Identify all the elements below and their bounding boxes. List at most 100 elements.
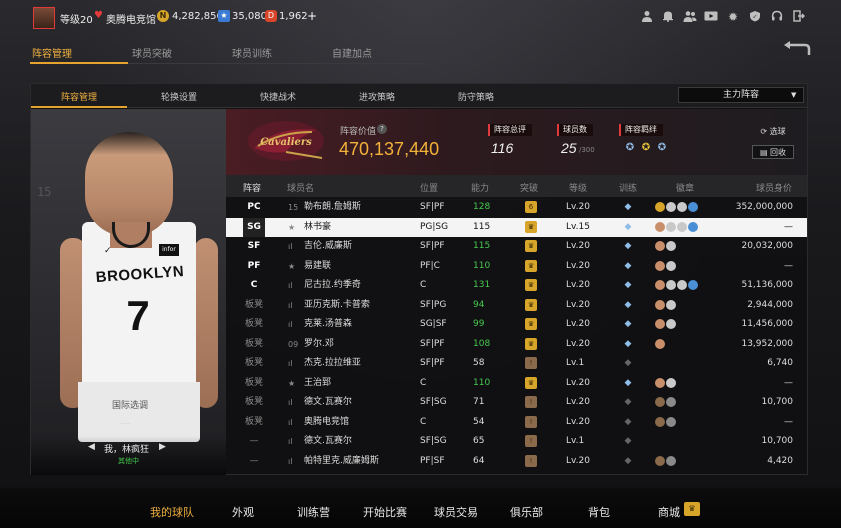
tab-active-indicator — [30, 62, 128, 64]
shop-badge-icon: ♛ — [684, 502, 700, 516]
table-row[interactable]: SG ★ 林书豪 PG|SG 115 ♛ Lv.15 ◆ — — [226, 218, 807, 237]
subtab-defense[interactable]: 防守策略 — [428, 90, 524, 103]
gem-balance: 35,080 — [232, 11, 267, 22]
player-value-cell: 4,420 — [767, 456, 793, 466]
subtab-lineup[interactable]: 阵容管理 — [31, 90, 127, 103]
bond-icon[interactable]: ✪ — [640, 142, 652, 154]
video-icon[interactable] — [704, 10, 718, 24]
back-arrow-icon[interactable] — [783, 40, 811, 64]
column-ability: 能力 — [471, 184, 490, 194]
nav-player-trade[interactable]: 球员交易 — [434, 504, 478, 520]
jersey-number: 7 — [126, 292, 150, 339]
bond-icon[interactable]: ✪ — [656, 142, 668, 154]
table-row[interactable]: 板凳 09 罗尔.邓 SF|PF 108 ♛ Lv.20 ◆ 13,952,000 — [226, 335, 807, 354]
chevron-down-icon[interactable]: ▼ — [791, 91, 796, 99]
add-currency-button[interactable]: + — [307, 9, 317, 23]
player-value-cell: 10,700 — [761, 436, 794, 446]
lineup-rating: 116 — [491, 140, 514, 156]
table-row[interactable]: SF ıl 吉伦.威廉斯 SF|PF 115 ♛ Lv.20 ◆ 20,032,000 — [226, 237, 807, 256]
headset-icon[interactable] — [770, 10, 784, 24]
gear-icon[interactable]: ✹ — [726, 10, 740, 24]
column-breakthrough: 突破 — [520, 184, 539, 194]
ticket-balance: 1,962 — [279, 11, 308, 22]
player-count-label: 球员数 — [557, 124, 593, 136]
column-position: 位置 — [420, 184, 439, 194]
sponsor-patch: infor — [159, 244, 179, 256]
player-value-cell: 352,000,000 — [735, 202, 793, 212]
table-row[interactable]: Cıl 尼古拉.约季奇 C 131 ♛ Lv.20 ◆ 51,136,000 — [226, 276, 807, 295]
column-value: 球员身价 — [756, 184, 793, 194]
recycle-button[interactable]: ▤ 回收 — [752, 145, 794, 159]
subtab-quick-tactics[interactable]: 快捷战术 — [230, 90, 326, 103]
exit-icon[interactable] — [792, 10, 806, 24]
player-value-cell: 20,032,000 — [741, 241, 793, 251]
svg-text:Cavaliers: Cavaliers — [260, 137, 312, 148]
nav-club[interactable]: 俱乐部 — [510, 504, 543, 520]
coin-icon: N — [157, 10, 169, 22]
nike-logo-icon: ✓ — [104, 246, 112, 256]
nav-backpack[interactable]: 背包 — [588, 504, 610, 520]
bell-icon[interactable] — [661, 10, 675, 24]
player-value-cell: 6,740 — [767, 358, 793, 368]
gem-icon: ★ — [218, 10, 230, 22]
nav-training-camp[interactable]: 训练营 — [297, 504, 330, 520]
column-badges: 徽章 — [676, 184, 695, 194]
coin-balance: 4,282,856 — [172, 11, 223, 22]
rating-label: 阵容总评 — [488, 124, 532, 136]
table-row[interactable]: PC 15 勒布朗.詹姆斯 SF|PF 128 6 Lv.20 ◆ 352,000,000 — [226, 198, 807, 217]
tab-custom-points[interactable]: 自建加点 — [304, 45, 400, 63]
player-value-cell: 13,952,000 — [741, 339, 793, 349]
player-status: 其他中 — [118, 457, 139, 465]
shorts-label: 国际选调 — [112, 401, 149, 411]
table-row[interactable]: 板凳 ıl 奥腾电竞馆 C 54! Lv.20 ◆ — — [226, 413, 807, 432]
player-shorts — [78, 382, 200, 442]
player-value-cell: 2,944,000 — [747, 300, 793, 310]
bond-icon[interactable]: ✪ — [624, 142, 636, 154]
next-player-icon[interactable]: ▶ — [159, 442, 166, 452]
table-row[interactable]: 板凳 ıl 亚历克斯.卡普索 SF|PG 94 ♛ Lv.20 ◆ 2,944,000 — [226, 296, 807, 315]
table-row[interactable]: 板凳 ıl 德文.瓦赛尔 SF|SG 71! Lv.20 ◆ 10,700 — [226, 393, 807, 412]
player-value-cell: — — [784, 417, 793, 427]
recycle-icon: ▤ — [759, 148, 768, 157]
tab-player-breakthrough[interactable]: 球员突破 — [104, 45, 200, 63]
player-dash: — — [119, 416, 131, 430]
player-value-cell: 10,700 — [761, 397, 794, 407]
nav-appearance[interactable]: 外观 — [232, 504, 254, 520]
player-count-max: /300 — [579, 146, 595, 154]
player-value-cell: 51,136,000 — [741, 280, 793, 290]
talent-label: 阵容羁绊 — [619, 124, 663, 136]
tab-player-training[interactable]: 球员训练 — [204, 45, 300, 63]
player-portrait — [85, 132, 173, 236]
subtab-rotation[interactable]: 轮换设置 — [131, 90, 227, 103]
table-row[interactable]: 板凳 ★ 王治郅 C 110 ♛ Lv.20 ◆ — — [226, 374, 807, 393]
cavaliers-logo-icon: Cavaliers — [246, 118, 326, 164]
subtab-offense[interactable]: 进攻策略 — [329, 90, 425, 103]
nav-shop[interactable]: 商城 — [658, 504, 680, 520]
player-value-cell: — — [784, 222, 793, 232]
table-row[interactable]: 板凳 ıl 杰克.拉拉维亚 SF|PF 58! Lv.1 ◆ 6,740 — [226, 354, 807, 373]
player-count: 25 — [561, 140, 577, 156]
tab-lineup-management[interactable]: 阵容管理 — [4, 45, 100, 63]
prev-player-icon[interactable]: ◀ — [88, 442, 95, 452]
nav-start-game[interactable]: 开始比赛 — [363, 504, 407, 520]
lineup-select[interactable]: 主力阵容 — [678, 87, 804, 103]
service-icon[interactable]: ✓ — [748, 10, 762, 24]
friends-icon[interactable] — [683, 10, 697, 24]
player-name: 我，林疯狂 — [104, 445, 150, 455]
club-heart-icon: ♥ — [94, 10, 103, 21]
table-row[interactable]: PF ★ 易建联 PF|C 110 ♛ Lv.20 ◆ — — [226, 257, 807, 276]
subtab-active-indicator — [31, 106, 127, 108]
nav-my-team[interactable]: 我的球队 — [150, 504, 194, 520]
column-level: 等级 — [569, 184, 588, 194]
ticket-icon: D — [265, 10, 277, 22]
select-button[interactable]: ⟳ 选球 — [752, 125, 794, 139]
table-row[interactable]: 板凳 ıl 克莱.汤普森 SG|SF 99 ♛ Lv.20 ◆ 11,456,000 — [226, 315, 807, 334]
table-row[interactable]: — ıl 德文.瓦赛尔 SF|SG 65! Lv.1 ◆ 10,700 — [226, 432, 807, 451]
table-row[interactable]: — ıl 帕特里克.威廉姆斯 PF|SF 64! Lv.20 ◆ 4,420 — [226, 452, 807, 471]
user-avatar[interactable] — [33, 7, 55, 29]
lineup-value-label: 阵容价值 — [340, 127, 377, 137]
help-icon[interactable]: ? — [377, 124, 387, 134]
background-jersey-number: 15 — [37, 185, 52, 199]
profile-icon[interactable] — [640, 10, 654, 24]
club-name: 奥腾电竞馆 — [106, 15, 156, 26]
